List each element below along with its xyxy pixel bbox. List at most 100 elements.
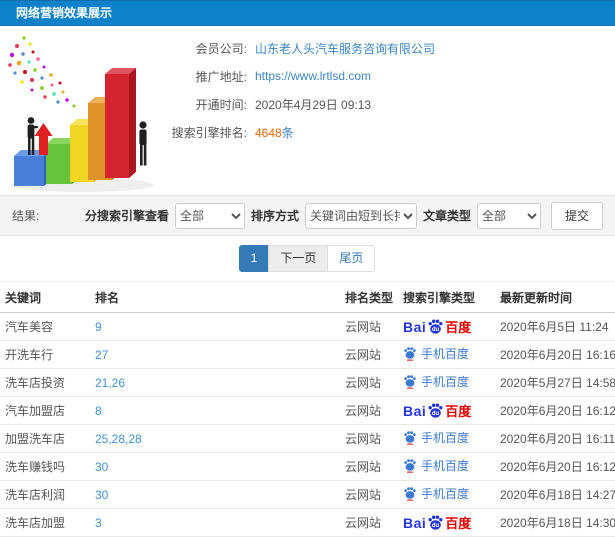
engine-cell: Bai du 百度 xyxy=(398,396,495,425)
keyword-cell: 洗车店利润 xyxy=(0,480,90,509)
company-name-link[interactable]: 山东老人头汽车服务咨询有限公司 xyxy=(255,40,435,57)
info-row-company: 会员公司: 山东老人头汽车服务咨询有限公司 xyxy=(127,34,615,62)
baidu-paw-icon: du xyxy=(428,515,443,530)
engine-cell: 手机百度 xyxy=(398,480,495,509)
baidu-paw-icon: du xyxy=(428,319,443,334)
submit-button[interactable]: 提交 xyxy=(550,201,603,230)
keyword-cell: 洗车店投资 xyxy=(0,368,90,397)
article-type-label: 文章类型 xyxy=(422,209,471,223)
next-page-button[interactable]: 下一页 xyxy=(268,245,329,272)
svg-text:du: du xyxy=(432,327,440,333)
summary-section: 会员公司: 山东老人头汽车服务咨询有限公司 推广地址: https://www.… xyxy=(0,26,615,195)
rank-cell: 9 xyxy=(90,312,340,341)
update-time-cell: 2020年6月20日 16:12 xyxy=(495,452,615,481)
baidu-logo: Bai du 百度 xyxy=(403,318,472,336)
rank-count: 4648 xyxy=(255,125,282,140)
mobile-baidu-paw-icon xyxy=(404,347,416,361)
member-info-panel: 会员公司: 山东老人头汽车服务咨询有限公司 推广地址: https://www.… xyxy=(127,26,615,146)
bar-blue xyxy=(14,150,51,186)
rank-link[interactable]: 3 xyxy=(95,516,102,530)
rank-type-cell: 云网站 xyxy=(340,452,398,481)
result-label: 结果: xyxy=(12,209,40,223)
rank-type-cell: 云网站 xyxy=(340,424,398,453)
rank-link[interactable]: 27 xyxy=(95,348,108,362)
svg-text:du: du xyxy=(432,411,440,417)
update-time-cell: 2020年6月5日 11:24 xyxy=(495,312,615,341)
mobile-baidu-paw-icon xyxy=(404,431,416,445)
rank-cell: 30 xyxy=(90,452,340,481)
table-row: 开洗车行 27 云网站 手机百度 2020年6月20日 16:16 xyxy=(0,340,615,369)
svg-text:du: du xyxy=(432,523,440,529)
mobile-baidu-paw-icon xyxy=(404,459,416,473)
rank-link[interactable]: 25,28,28 xyxy=(95,432,142,446)
table-row: 洗车店加盟 3 云网站 Bai du 百度 2020年6月18日 14:30 xyxy=(0,508,615,537)
bar-red xyxy=(105,68,136,178)
update-time-cell: 2020年6月20日 16:11 xyxy=(495,424,615,453)
rank-type-cell: 云网站 xyxy=(340,312,398,341)
engine-cell: 手机百度 xyxy=(398,424,495,453)
rank-cell: 27 xyxy=(90,340,340,369)
header-rank-type: 排名类型 xyxy=(340,281,398,313)
table-row: 汽车美容 9 云网站 Bai du 百度 2020年6月5日 11:24 xyxy=(0,312,615,341)
rank-link[interactable]: 8 xyxy=(95,404,102,418)
sort-label: 排序方式 xyxy=(250,209,299,223)
update-time-cell: 2020年6月18日 14:30 xyxy=(495,508,615,537)
last-page-button[interactable]: 尾页 xyxy=(327,245,376,272)
table-row: 洗车店投资 21,26 云网站 手机百度 2020年5月27日 14:58 xyxy=(0,368,615,397)
update-time-cell: 2020年6月20日 16:12 xyxy=(495,396,615,425)
mobile-baidu-paw-icon xyxy=(404,487,416,501)
mobile-baidu-logo: 手机百度 xyxy=(403,373,469,390)
update-time-cell: 2020年6月20日 16:16 xyxy=(495,340,615,369)
keyword-cell: 开洗车行 xyxy=(0,340,90,369)
rank-type-cell: 云网站 xyxy=(340,508,398,537)
table-header-row: 关键词 排名 排名类型 搜索引擎类型 最新更新时间 xyxy=(0,281,615,313)
keyword-cell: 汽车美容 xyxy=(0,312,90,341)
rank-type-cell: 云网站 xyxy=(340,480,398,509)
info-row-url: 推广地址: https://www.lrtlsd.com xyxy=(127,62,615,90)
baidu-logo: Bai du 百度 xyxy=(403,402,472,420)
rank-link[interactable]: 30 xyxy=(95,460,108,474)
baidu-paw-icon: du xyxy=(428,403,443,418)
rank-link[interactable]: 9 xyxy=(95,320,102,334)
rank-link[interactable]: 30 xyxy=(95,488,108,502)
promo-url-link[interactable]: https://www.lrtlsd.com xyxy=(255,69,371,83)
rank-cell: 8 xyxy=(90,396,340,425)
sort-select[interactable]: 关键词由短到长排序 xyxy=(304,202,417,229)
info-row-rank-count: 搜索引擎排名: 4648条 xyxy=(127,118,615,146)
pagination: 1 下一页 尾页 xyxy=(0,236,615,281)
table-row: 洗车店利润 30 云网站 手机百度 2020年6月18日 14:27 xyxy=(0,480,615,509)
mobile-baidu-logo: 手机百度 xyxy=(403,429,469,446)
article-type-select[interactable]: 全部 xyxy=(476,202,541,229)
page-1-button[interactable]: 1 xyxy=(238,245,270,272)
header-keyword: 关键词 xyxy=(0,281,90,313)
open-time-value: 2020年4月29日 09:13 xyxy=(255,97,372,112)
table-row: 汽车加盟店 8 云网站 Bai du 百度 2020年6月20日 16:12 xyxy=(0,396,615,425)
update-time-cell: 2020年5月27日 14:58 xyxy=(495,368,615,397)
engine-rank-value: 4648条 xyxy=(255,124,294,141)
keyword-cell: 洗车赚钱吗 xyxy=(0,452,90,481)
rank-type-cell: 云网站 xyxy=(340,396,398,425)
filter-controls: 分搜索引擎查看 全部 排序方式 关键词由短到长排序 文章类型 全部 提交 xyxy=(84,201,603,230)
page-title: 网络营销效果展示 xyxy=(16,6,113,20)
rank-type-cell: 云网站 xyxy=(340,340,398,369)
header-rank: 排名 xyxy=(90,281,340,313)
businessman-right xyxy=(139,121,147,166)
engine-cell: 手机百度 xyxy=(398,340,495,369)
mobile-baidu-logo: 手机百度 xyxy=(403,485,469,502)
rank-link[interactable]: 21,26 xyxy=(95,376,125,390)
confetti-dots xyxy=(8,36,76,108)
filter-bar: 结果: 分搜索引擎查看 全部 排序方式 关键词由短到长排序 文章类型 全部 提交 xyxy=(0,195,615,236)
mobile-baidu-paw-icon xyxy=(404,375,416,389)
engine-filter-select[interactable]: 全部 xyxy=(174,202,245,229)
page-header-bar: 网络营销效果展示 xyxy=(0,0,615,26)
keyword-cell: 汽车加盟店 xyxy=(0,396,90,425)
engine-cell: 手机百度 xyxy=(398,452,495,481)
mobile-baidu-logo: 手机百度 xyxy=(403,345,469,362)
header-engine-type: 搜索引擎类型 xyxy=(398,281,495,313)
engine-cell: Bai du 百度 xyxy=(398,312,495,341)
businessman-left xyxy=(27,117,38,155)
table-row: 洗车赚钱吗 30 云网站 手机百度 2020年6月20日 16:12 xyxy=(0,452,615,481)
engine-filter-label: 分搜索引擎查看 xyxy=(84,209,169,223)
rank-cell: 30 xyxy=(90,480,340,509)
rank-cell: 21,26 xyxy=(90,368,340,397)
